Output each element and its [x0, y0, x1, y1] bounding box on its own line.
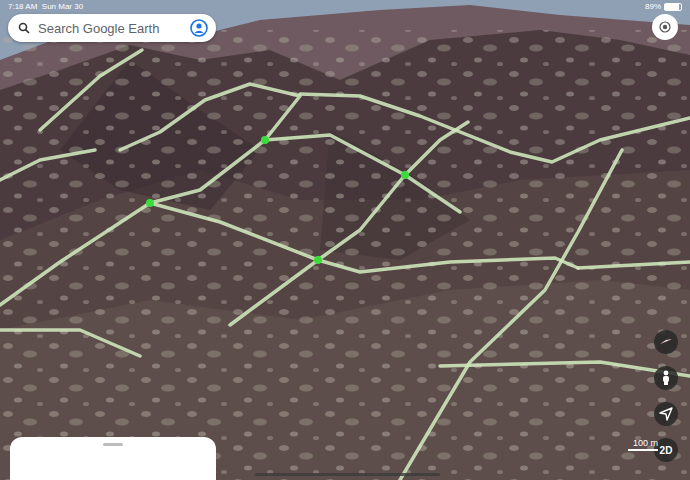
- status-time: 7:18 AM Sun Mar 30: [8, 2, 83, 11]
- google-earth-screen: 7:18 AM Sun Mar 30 89% Search Google Earth…: [0, 0, 690, 480]
- locate-button[interactable]: [654, 402, 678, 426]
- profile-icon[interactable]: [190, 19, 208, 37]
- trail-line[interactable]: [40, 50, 142, 130]
- layers-button[interactable]: [652, 14, 678, 40]
- street-view-button[interactable]: [654, 366, 678, 390]
- pegman-icon: [659, 370, 673, 386]
- trail-pin[interactable]: [314, 256, 322, 264]
- trail-line[interactable]: [300, 94, 690, 162]
- bottom-sheet[interactable]: [10, 437, 216, 480]
- trail-line[interactable]: [150, 203, 578, 272]
- search-bar[interactable]: Search Google Earth: [8, 14, 216, 42]
- search-icon: [18, 22, 30, 34]
- battery-icon: [664, 3, 682, 11]
- battery-percent: 89%: [645, 2, 661, 11]
- trail-line[interactable]: [400, 150, 622, 480]
- scale-bar: 100 m: [628, 438, 658, 451]
- trail-line[interactable]: [230, 122, 468, 325]
- battery: 89%: [645, 2, 682, 11]
- trail-pin[interactable]: [261, 136, 269, 144]
- layers-icon: [658, 20, 672, 34]
- home-indicator[interactable]: [255, 473, 440, 476]
- trail-line[interactable]: [440, 362, 690, 376]
- trail-line[interactable]: [120, 84, 300, 150]
- scale-label: 100 m: [633, 438, 658, 448]
- trail-pin[interactable]: [146, 199, 154, 207]
- location-arrow-icon: [659, 407, 673, 421]
- trail-pin[interactable]: [401, 171, 409, 179]
- status-bar: 7:18 AM Sun Mar 30 89%: [8, 2, 682, 11]
- trail-line[interactable]: [0, 150, 95, 180]
- trail-line[interactable]: [578, 262, 690, 268]
- trail-line[interactable]: [0, 135, 460, 305]
- sheet-handle[interactable]: [103, 443, 123, 446]
- terrain-map[interactable]: [0, 0, 690, 480]
- compass-button[interactable]: [654, 330, 678, 354]
- compass-icon: [658, 334, 674, 350]
- trail-line[interactable]: [0, 330, 140, 356]
- search-placeholder: Search Google Earth: [38, 21, 182, 36]
